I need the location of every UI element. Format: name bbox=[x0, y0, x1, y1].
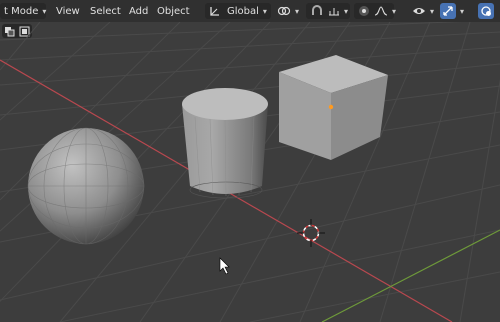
proportional-editing-group[interactable]: ▾ bbox=[354, 3, 397, 19]
chevron-down-icon: ▾ bbox=[460, 6, 465, 16]
mouse-pointer-icon bbox=[219, 257, 230, 275]
proportional-editing-icon[interactable] bbox=[358, 5, 370, 17]
object-origin bbox=[328, 104, 334, 110]
menu-select[interactable]: Select bbox=[90, 3, 121, 19]
eye-visibility-icon bbox=[412, 5, 426, 17]
pivot-point-icon bbox=[277, 5, 291, 17]
3d-cursor-icon bbox=[297, 219, 325, 247]
chevron-down-icon: ▾ bbox=[344, 6, 349, 16]
overlay-toggle[interactable] bbox=[478, 3, 498, 19]
overlay-icon[interactable] bbox=[478, 3, 494, 19]
snap-increment-icon[interactable] bbox=[328, 5, 340, 17]
chevron-down-icon: ▾ bbox=[295, 6, 300, 16]
cylinder-object bbox=[182, 88, 268, 199]
chevron-down-icon: ▾ bbox=[262, 6, 267, 16]
snapping-group[interactable]: ▾ bbox=[306, 3, 350, 19]
viewport-header: t Mode ▾ View Select Add Object Global ▾… bbox=[0, 0, 500, 22]
menu-view[interactable]: View bbox=[56, 3, 80, 19]
y-axis-line bbox=[321, 229, 500, 322]
mode-dropdown[interactable]: t Mode ▾ bbox=[0, 3, 46, 19]
chevron-down-icon: ▾ bbox=[430, 6, 435, 16]
snap-icon[interactable] bbox=[310, 5, 324, 17]
3d-viewport[interactable] bbox=[0, 22, 500, 322]
orientation-label: Global bbox=[227, 5, 259, 17]
gizmo-toggle[interactable]: ▾ bbox=[440, 3, 474, 19]
sphere-object bbox=[27, 127, 145, 245]
chevron-down-icon: ▾ bbox=[42, 6, 47, 16]
mode-label: t Mode bbox=[4, 5, 39, 17]
visibility-dropdown[interactable]: ▾ bbox=[412, 3, 436, 19]
menu-object[interactable]: Object bbox=[157, 3, 190, 19]
gizmo-icon[interactable] bbox=[440, 3, 456, 19]
cube-object bbox=[279, 55, 388, 160]
falloff-curve-icon[interactable] bbox=[374, 5, 388, 17]
chevron-down-icon: ▾ bbox=[392, 6, 397, 16]
transform-orientation-dropdown[interactable]: Global ▾ bbox=[205, 3, 271, 19]
menu-add[interactable]: Add bbox=[129, 3, 148, 19]
transform-orientation-icon bbox=[209, 5, 221, 17]
pivot-point-dropdown[interactable]: ▾ bbox=[277, 3, 303, 19]
